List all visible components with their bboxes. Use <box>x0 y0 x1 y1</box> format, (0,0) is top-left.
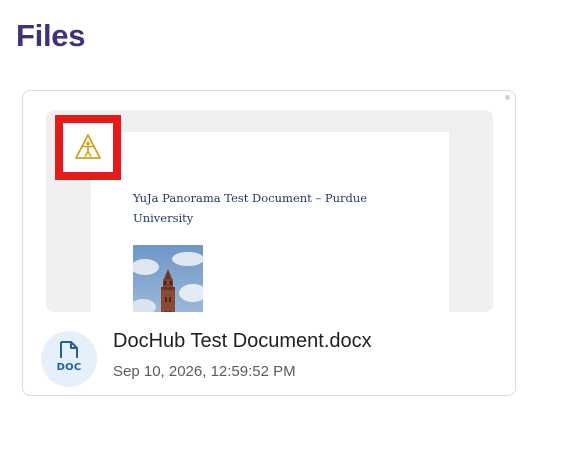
doc-file-icon: DOC <box>41 331 97 387</box>
corner-dot <box>505 95 510 100</box>
document-outline-icon <box>60 341 78 358</box>
preview-document-title: YuJa Panorama Test Document – Purdue Uni… <box>133 191 368 225</box>
accessibility-warning-icon <box>75 134 101 159</box>
tower-photo <box>133 245 203 312</box>
accessibility-indicator-highlight[interactable] <box>55 115 121 180</box>
file-date: Sep 10, 2026, 12:59:52 PM <box>113 363 296 380</box>
document-preview[interactable]: YuJa Panorama Test Document – Purdue Uni… <box>46 110 493 312</box>
page: Files YuJa Panorama Test Document – Purd… <box>0 0 564 470</box>
section-title: Files <box>16 18 86 53</box>
file-card[interactable]: YuJa Panorama Test Document – Purdue Uni… <box>22 90 516 396</box>
file-name[interactable]: DocHub Test Document.docx <box>113 330 372 353</box>
preview-page: YuJa Panorama Test Document – Purdue Uni… <box>91 132 449 312</box>
file-type-label: DOC <box>56 362 82 373</box>
